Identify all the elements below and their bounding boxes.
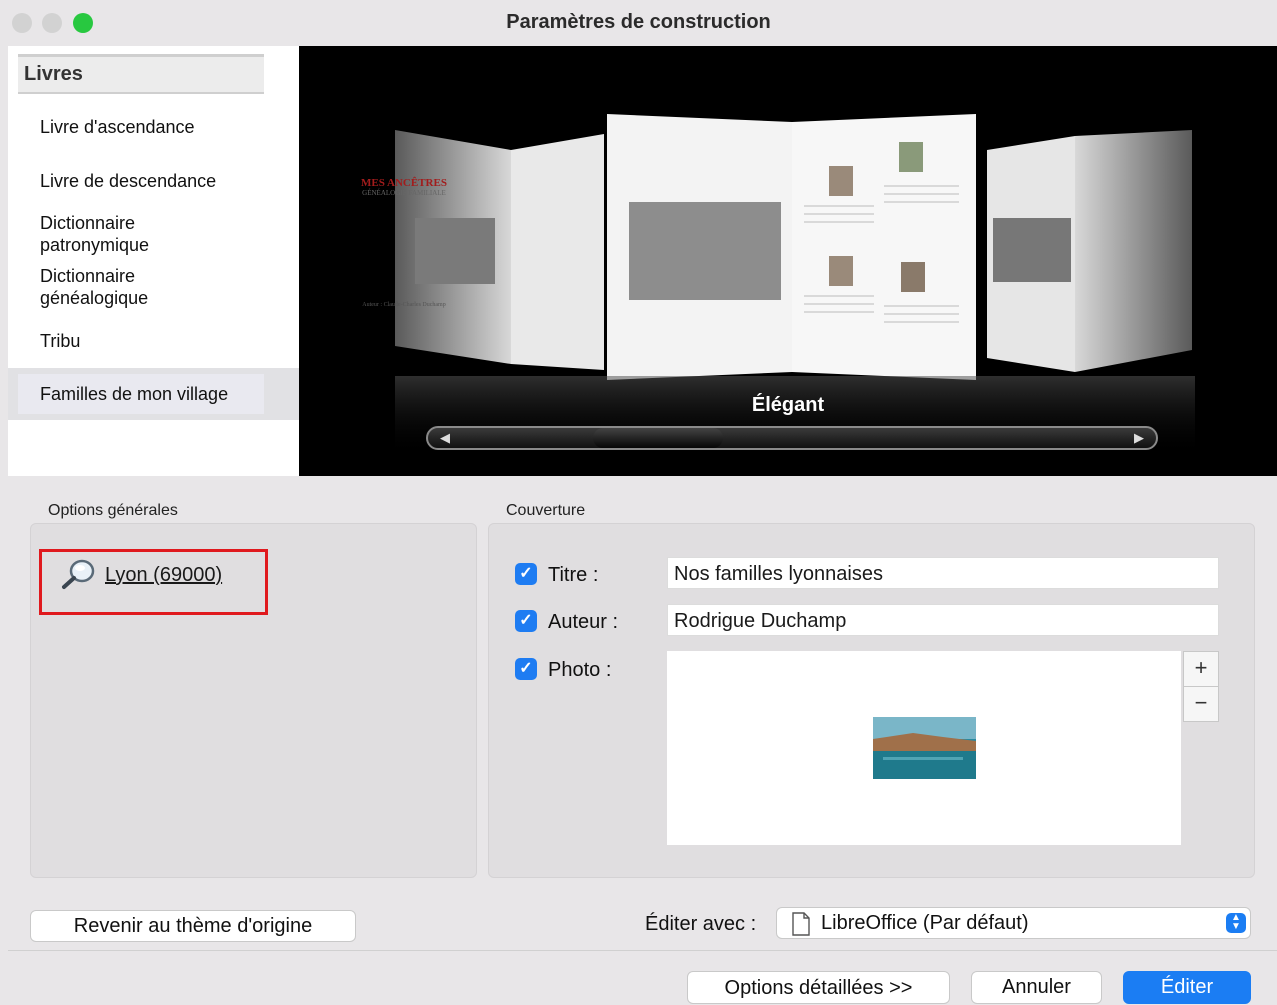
edit-with-select[interactable]: LibreOffice (Par défaut) ▲ ▼: [776, 907, 1251, 939]
cancel-button[interactable]: Annuler: [971, 971, 1102, 1004]
photo-field-label: Photo :: [548, 659, 612, 681]
sidebar-item-familles-village[interactable]: Familles de mon village: [40, 383, 228, 405]
document-icon: [792, 912, 810, 936]
sidebar-item-dictionnaire-genealogique[interactable]: Dictionnaire généalogique: [40, 265, 148, 309]
preview-book-subtitle: GÉNÉALOGIE FAMILIALE: [362, 189, 446, 197]
sidebar-item-livre-ascendance[interactable]: Livre d'ascendance: [40, 116, 195, 138]
scroll-right-arrow-icon[interactable]: ▶: [1134, 430, 1144, 446]
magnifier-icon[interactable]: [60, 557, 96, 591]
title-field-label: Titre :: [548, 564, 599, 586]
photo-well[interactable]: [667, 651, 1181, 845]
title-checkbox[interactable]: ✓: [515, 563, 537, 585]
location-link[interactable]: Lyon (69000): [105, 564, 222, 587]
footer-separator: [8, 950, 1277, 951]
preview-book-author: Auteur : Claude-Charles Duchamp: [362, 302, 446, 308]
remove-photo-button[interactable]: −: [1183, 686, 1219, 722]
edit-with-label: Éditer avec :: [645, 913, 757, 935]
theme-name: Élégant: [751, 394, 825, 416]
author-checkbox[interactable]: ✓: [515, 610, 537, 632]
select-stepper-icon: ▲ ▼: [1226, 913, 1246, 933]
right-book-right-page: [1075, 130, 1192, 372]
author-field-label: Auteur :: [548, 611, 619, 633]
photo-checkbox[interactable]: ✓: [515, 658, 537, 680]
detailed-options-button[interactable]: Options détaillées >>: [687, 971, 950, 1004]
carousel-scrollbar[interactable]: [426, 426, 1158, 450]
window-title: Paramètres de construction: [506, 11, 771, 33]
sidebar-item-tribu[interactable]: Tribu: [40, 330, 80, 352]
cover-label: Couverture: [506, 502, 586, 519]
right-book-photo: [993, 218, 1071, 282]
sidebar-item-dictionnaire-patronymique[interactable]: Dictionnaire patronymique: [40, 212, 149, 256]
sidebar-header-label: Livres: [24, 63, 83, 85]
edit-button[interactable]: Éditer: [1123, 971, 1251, 1004]
left-book-photo: [415, 218, 495, 284]
cover-photo-thumbnail: [873, 717, 976, 779]
left-book-right-page: [511, 134, 604, 370]
reset-theme-button[interactable]: Revenir au thème d'origine: [30, 910, 356, 942]
general-options-label: Options générales: [48, 502, 178, 519]
edit-with-value: LibreOffice (Par défaut): [821, 912, 1029, 934]
center-book-photo: [629, 202, 781, 300]
sidebar-item-livre-descendance[interactable]: Livre de descendance: [40, 170, 216, 192]
preview-book-title: MES ANCÊTRES: [361, 177, 447, 189]
author-input[interactable]: Rodrigue Duchamp: [667, 604, 1219, 636]
center-book-text-page: [792, 114, 976, 380]
scroll-left-arrow-icon[interactable]: ◀: [440, 430, 450, 446]
add-photo-button[interactable]: +: [1183, 651, 1219, 687]
sidebar-header: Livres: [18, 54, 264, 94]
carousel-scroll-thumb[interactable]: [593, 428, 723, 448]
title-input[interactable]: Nos familles lyonnaises: [667, 557, 1219, 589]
